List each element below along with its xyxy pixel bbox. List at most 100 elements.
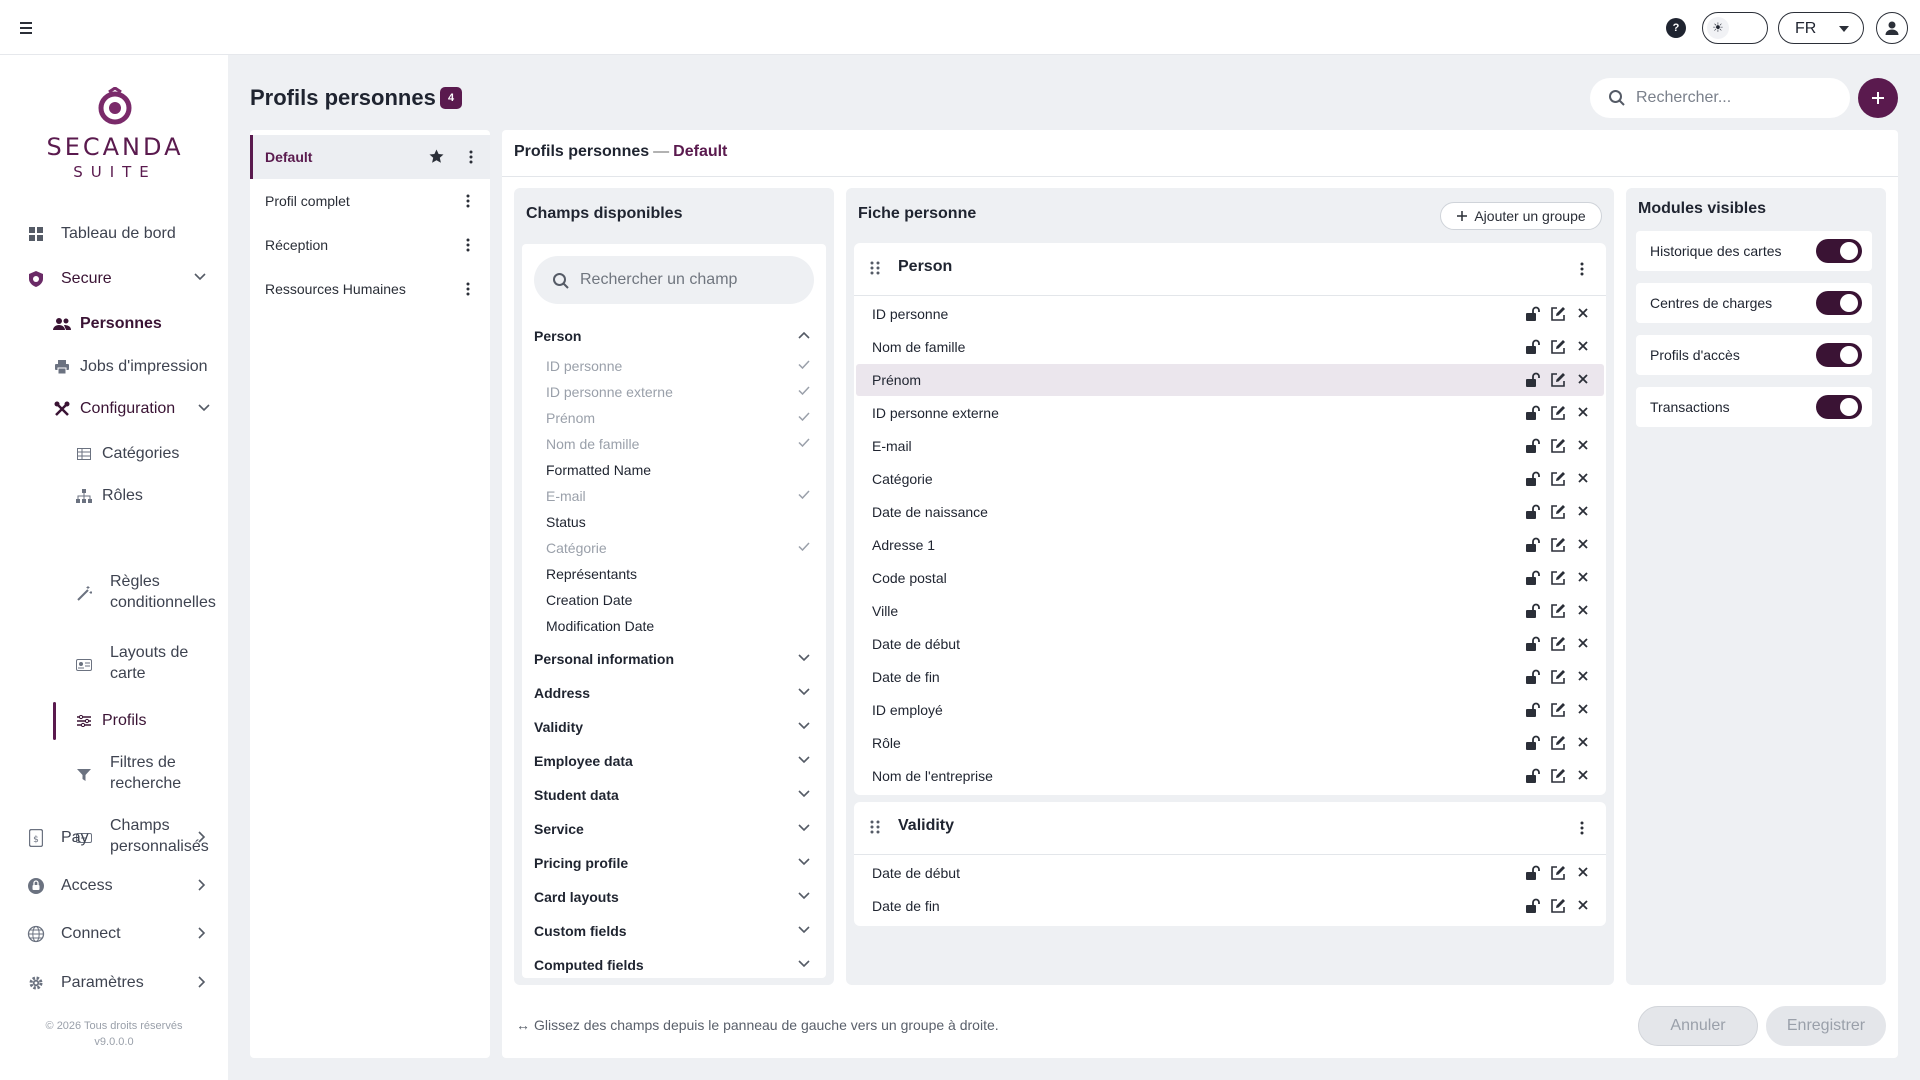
profile-item-default[interactable]: Default bbox=[250, 135, 490, 179]
unlock-icon[interactable] bbox=[1524, 504, 1540, 520]
form-field-row[interactable]: Date de début bbox=[856, 628, 1604, 660]
close-icon[interactable] bbox=[1576, 438, 1590, 452]
kebab-menu-icon[interactable] bbox=[463, 149, 479, 165]
form-field-row[interactable]: Date de début bbox=[856, 857, 1604, 889]
module-toggle[interactable] bbox=[1816, 343, 1862, 367]
sidebar-item-roles[interactable]: Rôles bbox=[74, 486, 143, 506]
edit-icon[interactable] bbox=[1550, 438, 1566, 454]
close-icon[interactable] bbox=[1576, 735, 1590, 749]
edit-icon[interactable] bbox=[1550, 339, 1566, 355]
unlock-icon[interactable] bbox=[1524, 669, 1540, 685]
edit-icon[interactable] bbox=[1550, 405, 1566, 421]
breadcrumb-section[interactable]: Profils personnes bbox=[514, 143, 649, 160]
unlock-icon[interactable] bbox=[1524, 438, 1540, 454]
close-icon[interactable] bbox=[1576, 898, 1590, 912]
unlock-icon[interactable] bbox=[1524, 471, 1540, 487]
form-field-row[interactable]: Nom de famille bbox=[856, 331, 1604, 363]
unlock-icon[interactable] bbox=[1524, 570, 1540, 586]
user-circle-icon[interactable] bbox=[1876, 12, 1908, 44]
close-icon[interactable] bbox=[1576, 768, 1590, 782]
available-field[interactable]: ID personne externe bbox=[546, 382, 814, 404]
form-field-row[interactable]: Nom de l'entreprise bbox=[856, 760, 1604, 792]
close-icon[interactable] bbox=[1576, 471, 1590, 485]
form-field-row[interactable]: Adresse 1 bbox=[856, 529, 1604, 561]
add-group-button[interactable]: Ajouter un groupe bbox=[1440, 202, 1602, 230]
edit-icon[interactable] bbox=[1550, 865, 1566, 881]
available-group[interactable]: Student data bbox=[534, 784, 814, 808]
close-icon[interactable] bbox=[1576, 306, 1590, 320]
form-field-row[interactable]: Date de naissance bbox=[856, 496, 1604, 528]
unlock-icon[interactable] bbox=[1524, 339, 1540, 355]
available-group[interactable]: Pricing profile bbox=[534, 852, 814, 876]
close-icon[interactable] bbox=[1576, 865, 1590, 879]
profile-item-reception[interactable]: Réception bbox=[250, 223, 490, 267]
sidebar-item-pay[interactable]: $ Pay bbox=[26, 828, 212, 848]
close-icon[interactable] bbox=[1576, 570, 1590, 584]
module-toggle[interactable] bbox=[1816, 239, 1862, 263]
cancel-button[interactable]: Annuler bbox=[1638, 1006, 1758, 1046]
edit-icon[interactable] bbox=[1550, 504, 1566, 520]
unlock-icon[interactable] bbox=[1524, 537, 1540, 553]
available-field[interactable]: Formatted Name bbox=[546, 460, 814, 482]
drag-handle-icon[interactable] bbox=[870, 261, 880, 275]
available-field[interactable]: Représentants bbox=[546, 564, 814, 586]
sidebar-item-search-filters[interactable]: Filtres de recherche bbox=[74, 754, 214, 792]
sidebar-item-print-jobs[interactable]: Jobs d'impression bbox=[52, 357, 208, 377]
language-select[interactable]: FR bbox=[1778, 12, 1864, 44]
unlock-icon[interactable] bbox=[1524, 372, 1540, 388]
close-icon[interactable] bbox=[1576, 702, 1590, 716]
unlock-icon[interactable] bbox=[1524, 768, 1540, 784]
edit-icon[interactable] bbox=[1550, 471, 1566, 487]
form-field-row[interactable]: Date de fin bbox=[856, 890, 1604, 922]
edit-icon[interactable] bbox=[1550, 603, 1566, 619]
form-field-row[interactable]: Catégorie bbox=[856, 463, 1604, 495]
edit-icon[interactable] bbox=[1550, 735, 1566, 751]
hamburger-icon[interactable] bbox=[14, 17, 38, 39]
available-field[interactable]: Modification Date bbox=[546, 616, 814, 638]
form-field-row[interactable]: E-mail bbox=[856, 430, 1604, 462]
drag-handle-icon[interactable] bbox=[870, 820, 880, 834]
profile-item-profil-complet[interactable]: Profil complet bbox=[250, 179, 490, 223]
form-field-row[interactable]: Rôle bbox=[856, 727, 1604, 759]
available-field[interactable]: Catégorie bbox=[546, 538, 814, 560]
form-field-row[interactable]: ID personne externe bbox=[856, 397, 1604, 429]
edit-icon[interactable] bbox=[1550, 570, 1566, 586]
available-field[interactable]: Status bbox=[546, 512, 814, 534]
edit-icon[interactable] bbox=[1550, 306, 1566, 322]
kebab-menu-icon[interactable] bbox=[460, 237, 476, 253]
edit-icon[interactable] bbox=[1550, 669, 1566, 685]
kebab-menu-icon[interactable] bbox=[1574, 261, 1590, 277]
search-input[interactable] bbox=[1636, 86, 1836, 110]
kebab-menu-icon[interactable] bbox=[1574, 820, 1590, 836]
available-group[interactable]: Employee data bbox=[534, 750, 814, 774]
available-group[interactable]: Custom fields bbox=[534, 920, 814, 944]
form-field-row[interactable]: Ville bbox=[856, 595, 1604, 627]
available-field[interactable]: Prénom bbox=[546, 408, 814, 430]
edit-icon[interactable] bbox=[1550, 372, 1566, 388]
sidebar-item-settings[interactable]: Paramètres bbox=[26, 973, 212, 993]
close-icon[interactable] bbox=[1576, 537, 1590, 551]
form-field-row[interactable]: ID personne bbox=[856, 298, 1604, 330]
profile-item-ressources-humaines[interactable]: Ressources Humaines bbox=[250, 267, 490, 311]
sidebar-item-conditional-rules[interactable]: Règles conditionnelles bbox=[74, 573, 216, 611]
save-button[interactable]: Enregistrer bbox=[1766, 1006, 1886, 1046]
sidebar-item-categories[interactable]: Catégories bbox=[74, 444, 179, 464]
sidebar-item-personnes[interactable]: Personnes bbox=[52, 314, 162, 334]
form-field-row[interactable]: Prénom bbox=[856, 364, 1604, 396]
available-group[interactable]: Card layouts bbox=[534, 886, 814, 910]
sidebar-item-configuration[interactable]: Configuration bbox=[52, 399, 212, 419]
close-icon[interactable] bbox=[1576, 405, 1590, 419]
sidebar-item-connect[interactable]: Connect bbox=[26, 924, 212, 944]
unlock-icon[interactable] bbox=[1524, 898, 1540, 914]
close-icon[interactable] bbox=[1576, 603, 1590, 617]
module-toggle[interactable] bbox=[1816, 291, 1862, 315]
available-field[interactable]: Creation Date bbox=[546, 590, 814, 612]
field-search-input[interactable] bbox=[580, 268, 800, 292]
module-toggle[interactable] bbox=[1816, 395, 1862, 419]
close-icon[interactable] bbox=[1576, 339, 1590, 353]
available-group[interactable]: Validity bbox=[534, 716, 814, 740]
unlock-icon[interactable] bbox=[1524, 636, 1540, 652]
close-icon[interactable] bbox=[1576, 372, 1590, 386]
unlock-icon[interactable] bbox=[1524, 405, 1540, 421]
available-group[interactable]: Computed fields bbox=[534, 954, 814, 978]
